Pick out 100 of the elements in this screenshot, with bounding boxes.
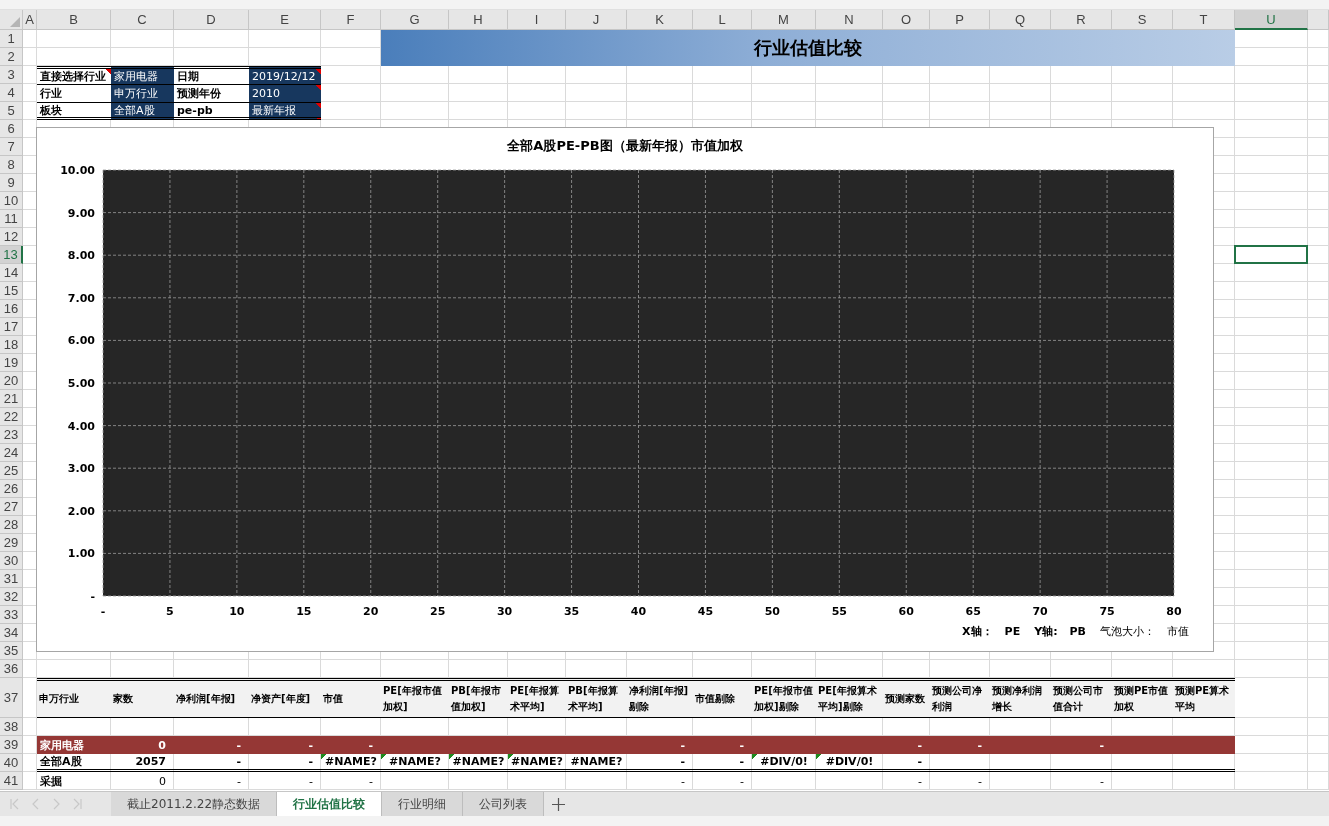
table-cell-text: 家用电器: [39, 737, 85, 754]
table-cell-text: -: [307, 754, 314, 769]
row-header[interactable]: 37: [0, 678, 23, 718]
x-axis-label: 60: [898, 605, 914, 618]
column-header[interactable]: S: [1112, 10, 1173, 30]
column-header[interactable]: M: [752, 10, 816, 30]
sheet-tab[interactable]: 公司列表: [463, 792, 545, 816]
column-header[interactable]: H: [449, 10, 508, 30]
value-cell[interactable]: 最新年报: [249, 102, 321, 120]
table-header-cell: 预测PE市值加权: [1112, 678, 1173, 718]
column-header[interactable]: J: [566, 10, 627, 30]
row-header[interactable]: 30: [0, 552, 23, 570]
row-header[interactable]: 20: [0, 372, 23, 390]
table-cell-text: -: [976, 737, 983, 754]
row-header[interactable]: 27: [0, 498, 23, 516]
column-header[interactable]: N: [816, 10, 883, 30]
value-cell[interactable]: 申万行业: [111, 84, 174, 102]
column-header[interactable]: A: [23, 10, 37, 30]
value-cell[interactable]: 全部A股: [111, 102, 174, 120]
row-header[interactable]: 22: [0, 408, 23, 426]
row-header[interactable]: 18: [0, 336, 23, 354]
row-header[interactable]: 10: [0, 192, 23, 210]
row-header[interactable]: 6: [0, 120, 23, 138]
row-header[interactable]: 26: [0, 480, 23, 498]
column-header[interactable]: O: [883, 10, 930, 30]
selected-cell[interactable]: [1234, 245, 1308, 264]
row-header[interactable]: 9: [0, 174, 23, 192]
column-header[interactable]: E: [249, 10, 321, 30]
table-header-cell: 预测公司净利润: [930, 678, 990, 718]
value-cell[interactable]: 2019/12/12: [249, 66, 321, 84]
row-header[interactable]: 7: [0, 138, 23, 156]
row-header[interactable]: 21: [0, 390, 23, 408]
row-header[interactable]: 14: [0, 264, 23, 282]
column-header[interactable]: [1308, 10, 1329, 30]
column-header[interactable]: T: [1173, 10, 1235, 30]
row-header[interactable]: 40: [0, 754, 23, 772]
value-cell[interactable]: 家用电器: [111, 66, 174, 84]
row-header[interactable]: 24: [0, 444, 23, 462]
last-sheet-icon[interactable]: [72, 798, 82, 810]
row-header[interactable]: 3: [0, 66, 23, 84]
row-header[interactable]: 17: [0, 318, 23, 336]
column-header[interactable]: B: [37, 10, 111, 30]
row-header[interactable]: 15: [0, 282, 23, 300]
column-header[interactable]: C: [111, 10, 174, 30]
x-axis-label: 35: [563, 605, 580, 618]
column-header[interactable]: D: [174, 10, 249, 30]
next-sheet-icon[interactable]: [52, 798, 60, 810]
row-header[interactable]: 16: [0, 300, 23, 318]
label-cell: 日期: [174, 66, 249, 84]
row-header[interactable]: 29: [0, 534, 23, 552]
row-header[interactable]: 13: [0, 246, 23, 264]
row-header[interactable]: 2: [0, 48, 23, 66]
table-cell-text: 全部A股: [39, 754, 83, 769]
row-header[interactable]: 4: [0, 84, 23, 102]
first-sheet-icon[interactable]: [10, 798, 20, 810]
row-header[interactable]: 1: [0, 30, 23, 48]
label-cell: 行业: [37, 84, 111, 102]
table-header-cell: 预测公司市值合计: [1051, 678, 1112, 718]
column-header[interactable]: I: [508, 10, 566, 30]
table-header-cell: PE[年报算术平均]剔除: [816, 678, 883, 718]
column-header[interactable]: L: [693, 10, 752, 30]
row-header[interactable]: 25: [0, 462, 23, 480]
table-row[interactable]: 全部A股 2057 - - #NAME? #NAME? #NAME? #NAME? #NAME? - - #DIV/0! #DIV/0! -: [37, 754, 1235, 772]
value-cell[interactable]: 2010: [249, 84, 321, 102]
row-header[interactable]: 34: [0, 624, 23, 642]
row-header[interactable]: 8: [0, 156, 23, 174]
row-header[interactable]: 31: [0, 570, 23, 588]
table-header-cell: 市值剔除: [693, 678, 752, 718]
column-header[interactable]: Q: [990, 10, 1051, 30]
column-header[interactable]: U: [1235, 10, 1308, 30]
row-header[interactable]: 38: [0, 718, 23, 736]
table-row[interactable]: 家用电器 0 - - - - - - - -: [37, 736, 1235, 754]
add-sheet-icon[interactable]: [552, 797, 566, 811]
row-header[interactable]: 32: [0, 588, 23, 606]
column-header[interactable]: G: [381, 10, 449, 30]
y-axis-label: 4.00: [67, 419, 95, 433]
table-cell-text: -: [1099, 773, 1105, 790]
row-header[interactable]: 28: [0, 516, 23, 534]
table-row[interactable]: 采掘 0 - - - - - - - -: [37, 772, 1235, 790]
sheet-tab[interactable]: 行业明细: [382, 792, 464, 816]
column-header[interactable]: R: [1051, 10, 1112, 30]
row-header[interactable]: 35: [0, 642, 23, 660]
row-header[interactable]: 11: [0, 210, 23, 228]
row-header[interactable]: 36: [0, 660, 23, 678]
table-header-cell: 净利润[年报]: [174, 678, 249, 718]
row-header[interactable]: 19: [0, 354, 23, 372]
sheet-tab[interactable]: 截止2011.2.22静态数据: [111, 792, 278, 816]
row-header[interactable]: 5: [0, 102, 23, 120]
row-header[interactable]: 23: [0, 426, 23, 444]
row-header[interactable]: 12: [0, 228, 23, 246]
row-header[interactable]: 39: [0, 736, 23, 754]
select-all-icon[interactable]: [10, 17, 20, 27]
sheet-tab[interactable]: 行业估值比较: [277, 792, 383, 816]
previous-sheet-icon[interactable]: [32, 798, 40, 810]
column-header[interactable]: K: [627, 10, 693, 30]
table-header-cell: PB[年报市值加权]: [449, 678, 508, 718]
column-header[interactable]: F: [321, 10, 381, 30]
row-header[interactable]: 41: [0, 772, 23, 790]
column-header[interactable]: P: [930, 10, 990, 30]
row-header[interactable]: 33: [0, 606, 23, 624]
